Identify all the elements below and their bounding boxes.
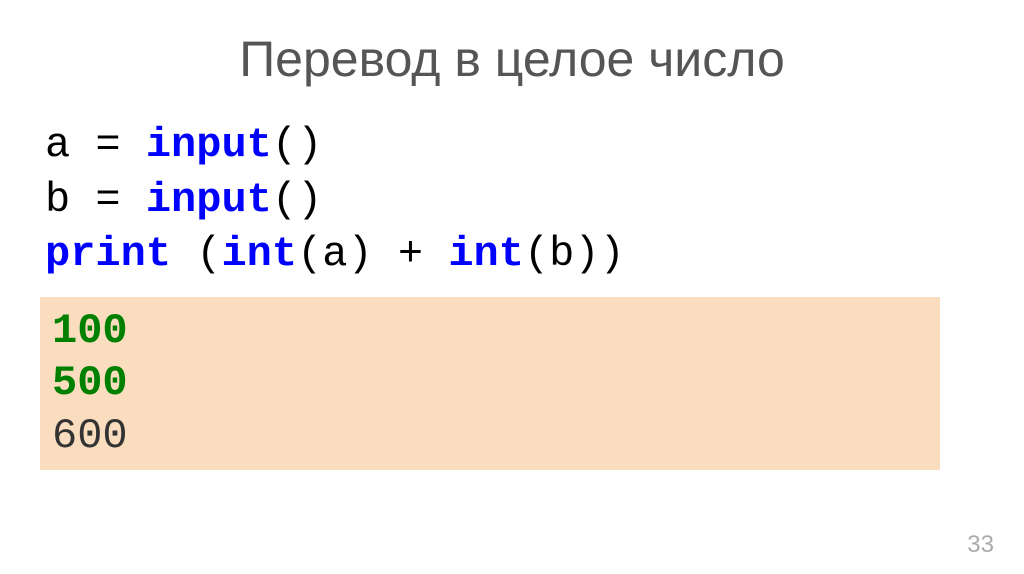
code-input-1: input — [146, 121, 272, 169]
code-int-2: int — [448, 230, 524, 278]
code-parens-1: () — [272, 121, 322, 169]
code-var-a: a = — [45, 121, 146, 169]
code-line-2: b = input() — [45, 173, 984, 228]
code-int-1: int — [221, 230, 297, 278]
output-line-2: 500 — [52, 357, 928, 410]
code-print: print — [45, 230, 171, 278]
code-space-open: ( — [171, 230, 221, 278]
code-var-b: b = — [45, 176, 146, 224]
code-line-1: a = input() — [45, 118, 984, 173]
output-line-1: 100 — [52, 305, 928, 358]
code-input-2: input — [146, 176, 272, 224]
output-line-3: 600 — [52, 410, 928, 463]
code-arg-1: (a) + — [297, 230, 448, 278]
output-block: 100 500 600 — [40, 297, 940, 471]
page-number: 33 — [967, 531, 994, 559]
code-parens-2: () — [272, 176, 322, 224]
code-line-3: print (int(a) + int(b)) — [45, 227, 984, 282]
slide-title: Перевод в целое число — [40, 30, 984, 88]
code-arg-2: (b)) — [524, 230, 625, 278]
code-block: a = input() b = input() print (int(a) + … — [40, 118, 984, 282]
